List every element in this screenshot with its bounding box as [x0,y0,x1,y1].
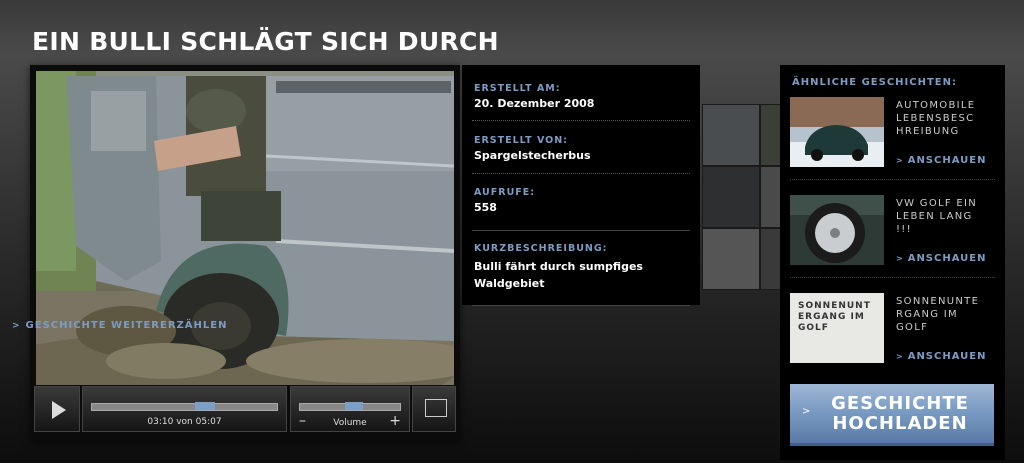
similar-stories-heading: ÄHNLICHE GESCHICHTEN: [792,77,957,88]
play-icon [52,401,66,419]
upload-story-button[interactable]: > GESCHICHTE HOCHLADEN [790,384,994,446]
arrow-right-icon: > [896,156,904,165]
volume-control: – Volume + [290,386,410,432]
description-block: KURZBESCHREIBUNG: Bulli fährt durch sump… [474,243,690,292]
video-player: 03:10 von 05:07 – Volume + [30,65,460,440]
retell-story-label: GESCHICHTE WEITERERZÄHLEN [25,320,228,331]
watch-link[interactable]: > ANSCHAUEN [896,155,986,166]
car-photo-thumbnail [790,97,884,167]
upload-story-label: GESCHICHTE HOCHLADEN [831,393,969,434]
page-title: EIN BULLI SCHLÄGT SICH DURCH [32,27,499,56]
play-button[interactable] [34,386,80,432]
author-label: ERSTELLT VON: [474,135,568,146]
story-thumbnail[interactable] [790,97,884,167]
divider [472,230,690,231]
divider [790,179,995,180]
arrow-right-icon: > [896,254,904,263]
arrow-right-icon: > [896,352,904,361]
watch-link-label: ANSCHAUEN [907,253,987,264]
description-value: Bulli fährt durch sumpfiges Waldgebiet [474,260,643,290]
divider [472,173,690,174]
retell-story-link[interactable]: > GESCHICHTE WEITERERZÄHLEN [12,320,227,331]
story-thumbnail[interactable]: SONNENUNT ERGANG IM GOLF [790,293,884,363]
thumbnail-caption: SONNENUNT ERGANG IM GOLF [798,301,871,333]
watch-link[interactable]: > ANSCHAUEN [896,253,986,264]
seek-track[interactable] [91,403,278,411]
watch-link[interactable]: > ANSCHAUEN [896,351,986,362]
player-controls: 03:10 von 05:07 – Volume + [34,386,456,434]
story-thumbnail[interactable] [790,195,884,265]
fullscreen-icon [425,399,447,417]
volume-handle[interactable] [345,402,364,410]
fullscreen-button[interactable] [412,386,456,432]
divider [472,120,690,121]
author-value[interactable]: Spargelstecherbus [474,149,690,162]
similar-story-item: SONNENUNT ERGANG IM GOLF SONNENUNTE RGAN… [790,293,995,373]
created-label: ERSTELLT AM: [474,83,561,94]
description-label: KURZBESCHREIBUNG: [474,243,608,254]
arrow-right-icon: > [802,406,811,417]
views-value: 558 [474,201,497,214]
story-info-panel: ERSTELLT AM: 20. Dezember 2008 ERSTELLT … [462,65,700,305]
volume-up-button[interactable]: + [389,413,401,429]
created-value: 20. Dezember 2008 [474,97,595,110]
author-block: ERSTELLT VON: Spargelstecherbus [474,135,690,162]
time-readout: 03:10 von 05:07 [147,417,222,427]
decorative-collage [702,104,782,290]
divider [790,277,995,278]
arrow-right-icon: > [12,321,21,331]
views-block: AUFRUFE: 558 [474,187,690,214]
similar-story-title[interactable]: VW GOLF EIN LEBEN LANG !!! [896,197,988,236]
created-date-block: ERSTELLT AM: 20. Dezember 2008 [474,83,690,110]
video-frame-image [36,71,454,385]
divider [472,305,690,306]
similar-story-item: AUTOMOBILE LEBENSBESC HREIBUNG > ANSCHAUE… [790,97,995,177]
views-label: AUFRUFE: [474,187,536,198]
similar-story-title[interactable]: AUTOMOBILE LEBENSBESC HREIBUNG [896,99,988,138]
wheel-photo-thumbnail [790,195,884,265]
seek-bar[interactable]: 03:10 von 05:07 [82,386,287,432]
similar-story-item: VW GOLF EIN LEBEN LANG !!! > ANSCHAUEN [790,195,995,275]
video-screen[interactable] [36,71,454,385]
seek-handle[interactable] [194,402,215,410]
watch-link-label: ANSCHAUEN [907,351,987,362]
watch-link-label: ANSCHAUEN [907,155,987,166]
similar-story-title[interactable]: SONNENUNTE RGANG IM GOLF [896,295,988,334]
